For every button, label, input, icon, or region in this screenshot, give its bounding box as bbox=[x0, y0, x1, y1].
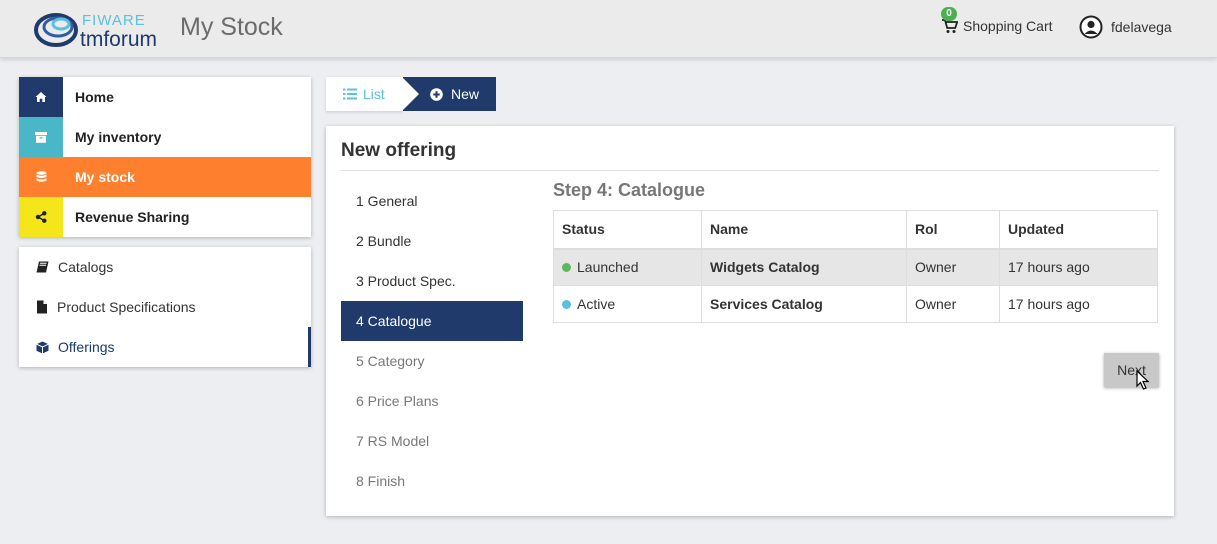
nav-item-my-inventory[interactable]: My inventory bbox=[19, 117, 311, 157]
logo-fiware-text: FIWARE bbox=[82, 12, 146, 29]
nav-home-label: Home bbox=[75, 89, 114, 105]
database-icon bbox=[19, 157, 63, 197]
updated-cell: 17 hours ago bbox=[999, 248, 1158, 286]
sub-nav-catalogs[interactable]: Catalogs bbox=[19, 247, 311, 287]
fiware-tmforum-logo[interactable]: FIWARE tmforum bbox=[34, 8, 174, 50]
next-button[interactable]: Next bbox=[1104, 353, 1159, 387]
archive-icon bbox=[19, 117, 63, 157]
logo-tmforum-text: tmforum bbox=[80, 28, 157, 50]
sub-nav-offerings-label: Offerings bbox=[58, 339, 115, 355]
table-row[interactable]: Active Services Catalog Owner 17 hours a… bbox=[553, 285, 1158, 323]
new-offering-panel: New offering 1 General 2 Bundle 3 Produc… bbox=[326, 126, 1174, 516]
updated-cell: 17 hours ago bbox=[999, 285, 1158, 323]
status-cell: Active bbox=[553, 285, 702, 323]
nav-my-inventory-label: My inventory bbox=[75, 129, 162, 145]
nav-item-revenue-sharing[interactable]: Revenue Sharing bbox=[19, 197, 311, 237]
share-icon bbox=[19, 197, 63, 237]
rol-cell: Owner bbox=[906, 248, 1000, 286]
breadcrumb-arrow bbox=[402, 77, 419, 111]
sub-nav-offerings[interactable]: Offerings bbox=[19, 327, 311, 367]
book-icon bbox=[36, 261, 49, 273]
step-product-spec[interactable]: 3 Product Spec. bbox=[341, 261, 523, 301]
step-general[interactable]: 1 General bbox=[341, 181, 523, 221]
breadcrumb: List New bbox=[326, 77, 496, 111]
nav-item-my-stock[interactable]: My stock bbox=[19, 157, 311, 197]
plus-circle-icon bbox=[430, 87, 443, 101]
breadcrumb-list-label: List bbox=[363, 86, 385, 102]
column-header-status: Status bbox=[553, 210, 702, 250]
cart-label: Shopping Cart bbox=[963, 18, 1053, 34]
breadcrumb-new-label: New bbox=[451, 86, 480, 102]
table-header-row: Status Name Rol Updated bbox=[553, 210, 1158, 250]
status-text: Active bbox=[577, 296, 616, 312]
catalog-table: Status Name Rol Updated Launched Widgets… bbox=[553, 210, 1158, 323]
table-row[interactable]: Launched Widgets Catalog Owner 17 hours … bbox=[553, 248, 1158, 286]
top-header: FIWARE tmforum My Stock 0 Shopping Cart … bbox=[0, 0, 1217, 58]
breadcrumb-new: New bbox=[402, 77, 496, 111]
main-nav: Home My inventory My stock Revenue Shari… bbox=[19, 77, 311, 237]
status-dot-icon bbox=[562, 300, 571, 309]
mouse-pointer-icon bbox=[1136, 370, 1150, 390]
column-header-name: Name bbox=[701, 210, 907, 250]
cube-icon bbox=[36, 341, 49, 353]
sub-nav-product-specifications[interactable]: Product Specifications bbox=[19, 287, 311, 327]
user-avatar-icon bbox=[1079, 15, 1103, 39]
step-catalogue[interactable]: 4 Catalogue bbox=[341, 301, 523, 341]
status-dot-icon bbox=[562, 263, 571, 273]
stock-sub-nav: Catalogs Product Specifications Offering… bbox=[19, 247, 311, 367]
page-title: My Stock bbox=[180, 13, 283, 41]
sub-nav-product-specifications-label: Product Specifications bbox=[57, 299, 196, 315]
list-icon bbox=[343, 88, 357, 100]
username: fdelavega bbox=[1111, 19, 1172, 35]
shopping-cart-link[interactable]: 0 Shopping Cart bbox=[941, 7, 1053, 34]
wizard-steps: 1 General 2 Bundle 3 Product Spec. 4 Cat… bbox=[341, 181, 523, 501]
catalog-name-cell: Services Catalog bbox=[701, 285, 907, 323]
cart-icon: 0 bbox=[941, 7, 959, 34]
step-price-plans: 6 Price Plans bbox=[356, 393, 439, 409]
catalog-name-cell: Widgets Catalog bbox=[701, 248, 907, 286]
home-icon bbox=[19, 77, 63, 117]
step-rs-model: 7 RS Model bbox=[356, 433, 430, 449]
file-icon bbox=[37, 300, 47, 314]
user-menu[interactable]: fdelavega bbox=[1079, 15, 1172, 39]
status-cell: Launched bbox=[553, 248, 702, 286]
panel-title: New offering bbox=[341, 140, 457, 161]
cart-count-badge: 0 bbox=[941, 7, 957, 21]
step-category: 5 Category bbox=[356, 353, 425, 369]
step-bundle[interactable]: 2 Bundle bbox=[341, 221, 523, 261]
nav-my-stock-label: My stock bbox=[75, 169, 135, 185]
breadcrumb-list[interactable]: List bbox=[326, 77, 403, 111]
step-finish: 8 Finish bbox=[356, 473, 406, 489]
nav-item-home[interactable]: Home bbox=[19, 77, 311, 117]
sub-nav-catalogs-label: Catalogs bbox=[58, 259, 114, 275]
status-text: Launched bbox=[577, 259, 639, 276]
step-title: Step 4: Catalogue bbox=[553, 180, 706, 200]
nav-revenue-sharing-label: Revenue Sharing bbox=[75, 209, 190, 225]
panel-divider bbox=[341, 170, 1159, 171]
column-header-updated: Updated bbox=[999, 210, 1158, 250]
rol-cell: Owner bbox=[906, 285, 1000, 323]
column-header-rol: Rol bbox=[906, 210, 1000, 250]
